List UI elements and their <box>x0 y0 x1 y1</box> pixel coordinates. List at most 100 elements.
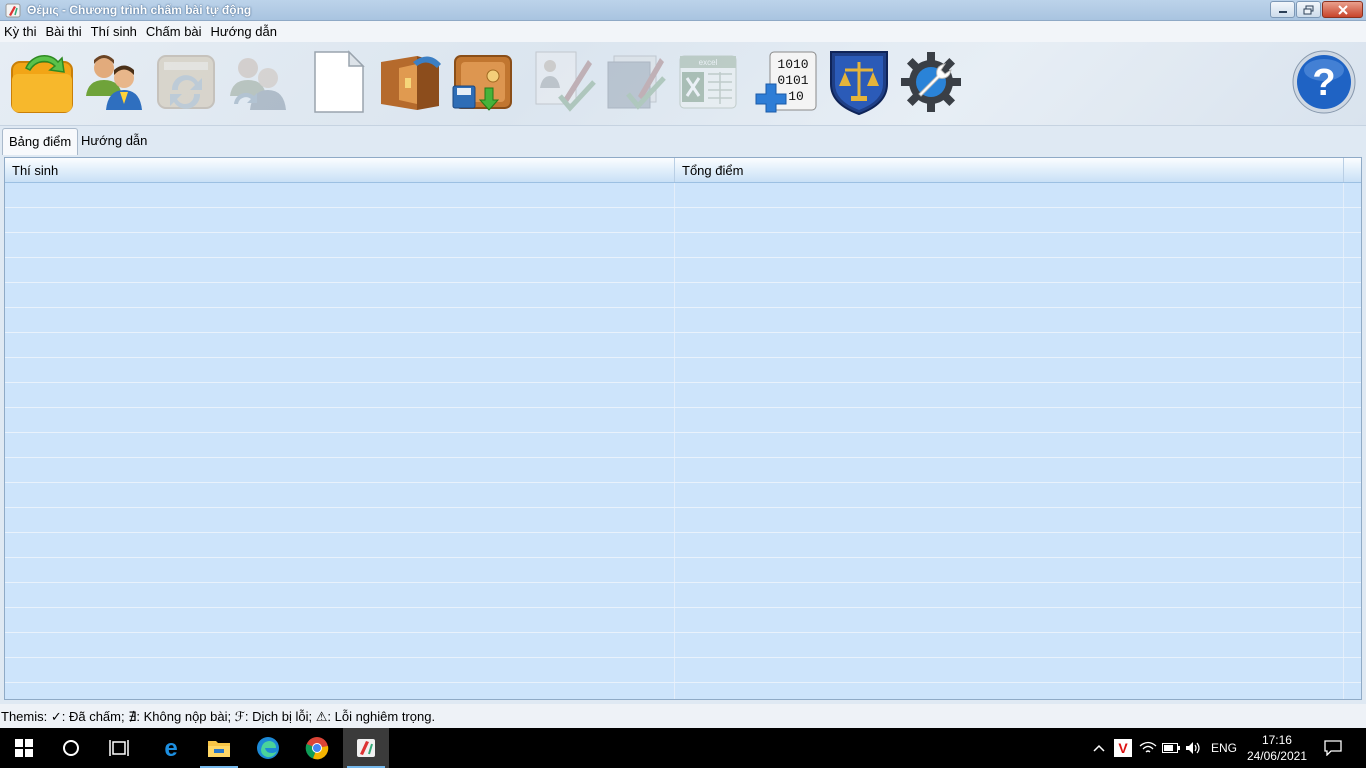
status-bar: Themis: ✓: Đã chấm; ∄: Không nộp bài; ℱ:… <box>0 704 1366 728</box>
column-header-thi-sinh[interactable]: Thí sinh <box>5 158 675 182</box>
table-row[interactable] <box>5 433 1361 458</box>
windows-logo-icon <box>15 739 33 757</box>
menu-bai-thi[interactable]: Bài thi <box>42 22 87 42</box>
table-row[interactable] <box>5 258 1361 283</box>
status-legend: Themis: ✓: Đã chấm; ∄: Không nộp bài; ℱ:… <box>1 709 436 724</box>
table-row[interactable] <box>5 383 1361 408</box>
table-row[interactable] <box>5 358 1361 383</box>
grade-all-icon <box>607 55 666 110</box>
binary-line-3: 10 <box>788 89 804 104</box>
close-icon <box>1337 4 1348 15</box>
search-button[interactable] <box>48 728 94 768</box>
table-row[interactable] <box>5 633 1361 658</box>
settings-gear-icon <box>901 52 961 112</box>
grade-contestant-button[interactable] <box>530 48 598 116</box>
svg-text:?: ? <box>1312 62 1335 104</box>
minimize-button[interactable] <box>1270 1 1295 18</box>
action-center-button[interactable] <box>1316 728 1350 768</box>
contestants-button[interactable] <box>80 48 148 116</box>
task-view-icon <box>109 740 129 756</box>
refresh-contestants-button[interactable] <box>224 48 292 116</box>
themis-window: Θέμις - Chương trình chấm bài tự động Kỳ… <box>0 0 1366 768</box>
chrome-icon <box>305 737 329 760</box>
tray-language[interactable]: ENG <box>1208 728 1240 768</box>
taskbar-file-explorer[interactable] <box>196 728 242 768</box>
new-document-icon <box>314 50 365 113</box>
table-row[interactable] <box>5 683 1361 699</box>
table-row[interactable] <box>5 483 1361 508</box>
table-row[interactable] <box>5 283 1361 308</box>
toolbar: excel 1010 0101 10 ? <box>0 42 1366 126</box>
open-contest-button[interactable] <box>8 48 76 116</box>
excel-label: excel <box>699 58 718 67</box>
refresh-tasks-button[interactable] <box>152 48 220 116</box>
judge-button[interactable] <box>825 48 893 116</box>
table-body <box>5 183 1361 699</box>
chevron-up-icon <box>1093 744 1105 752</box>
table-row[interactable] <box>5 658 1361 683</box>
open-safe-button[interactable] <box>377 48 445 116</box>
table-row[interactable] <box>5 508 1361 533</box>
open-folder-icon <box>11 55 73 113</box>
table-row[interactable] <box>5 608 1361 633</box>
menu-ky-thi[interactable]: Kỳ thi <box>0 22 42 42</box>
clock-date: 24/06/2021 <box>1246 749 1307 763</box>
folder-icon <box>208 741 230 757</box>
binary-data-icon: 1010 0101 10 <box>755 51 817 113</box>
close-button[interactable] <box>1322 1 1363 18</box>
menu-cham-bai[interactable]: Chấm bài <box>142 22 207 42</box>
notification-icon <box>1324 740 1342 756</box>
grade-all-button[interactable] <box>602 48 670 116</box>
excel-export-button[interactable]: excel <box>674 48 742 116</box>
table-row[interactable] <box>5 583 1361 608</box>
menu-huong-dan[interactable]: Hướng dẫn <box>207 22 282 42</box>
table-row[interactable] <box>5 533 1361 558</box>
search-circle-icon <box>63 740 79 756</box>
table-row[interactable] <box>5 233 1361 258</box>
taskbar-clock[interactable]: 17:16 24/06/2021 <box>1247 732 1307 764</box>
data-button[interactable]: 1010 0101 10 <box>752 48 820 116</box>
restore-icon <box>1303 5 1314 14</box>
show-hidden-icons[interactable] <box>1090 728 1108 768</box>
users-icon <box>86 55 142 110</box>
help-button[interactable]: ? <box>1290 48 1358 116</box>
table-row[interactable] <box>5 333 1361 358</box>
table-row[interactable] <box>5 458 1361 483</box>
taskbar-ie[interactable]: e <box>148 728 194 768</box>
tray-volume[interactable] <box>1184 728 1204 768</box>
settings-button[interactable] <box>897 48 965 116</box>
language-indicator: ENG <box>1210 741 1237 755</box>
grade-contestant-icon <box>535 51 596 112</box>
tray-network[interactable] <box>1138 728 1158 768</box>
menu-thi-sinh[interactable]: Thí sinh <box>87 22 142 42</box>
tray-battery[interactable] <box>1161 728 1181 768</box>
table-row[interactable] <box>5 408 1361 433</box>
restore-button[interactable] <box>1296 1 1321 18</box>
taskbar-themis[interactable] <box>343 728 389 768</box>
table-row[interactable] <box>5 558 1361 583</box>
tab-strip: Bảng điểm Hướng dẫn <box>0 128 1366 155</box>
clock-time: 17:16 <box>1261 733 1292 747</box>
table-header: Thí sinh Tổng điểm <box>5 158 1361 183</box>
battery-icon <box>1162 743 1180 753</box>
refresh-users-icon <box>230 58 286 110</box>
windows-taskbar: e V ENG 17:16 24/06/2021 <box>0 728 1366 768</box>
new-document-button[interactable] <box>305 48 373 116</box>
tab-bang-diem[interactable]: Bảng điểm <box>2 128 79 155</box>
svg-text:e: e <box>164 736 177 760</box>
internet-explorer-icon: e <box>164 736 177 760</box>
tray-vietkey[interactable]: V <box>1112 728 1134 768</box>
task-view-button[interactable] <box>96 728 142 768</box>
table-row[interactable] <box>5 308 1361 333</box>
scales-of-justice-icon <box>830 51 888 116</box>
table-row[interactable] <box>5 208 1361 233</box>
table-row[interactable] <box>5 183 1361 208</box>
taskbar-edge[interactable] <box>245 728 291 768</box>
taskbar-chrome[interactable] <box>294 728 340 768</box>
themis-app-icon <box>5 3 21 18</box>
start-button[interactable] <box>0 728 48 768</box>
save-safe-button[interactable] <box>449 48 517 116</box>
safe-save-icon <box>452 55 512 111</box>
column-header-tong-diem[interactable]: Tổng điểm <box>675 158 1344 182</box>
tab-huong-dan[interactable]: Hướng dẫn <box>75 128 153 154</box>
